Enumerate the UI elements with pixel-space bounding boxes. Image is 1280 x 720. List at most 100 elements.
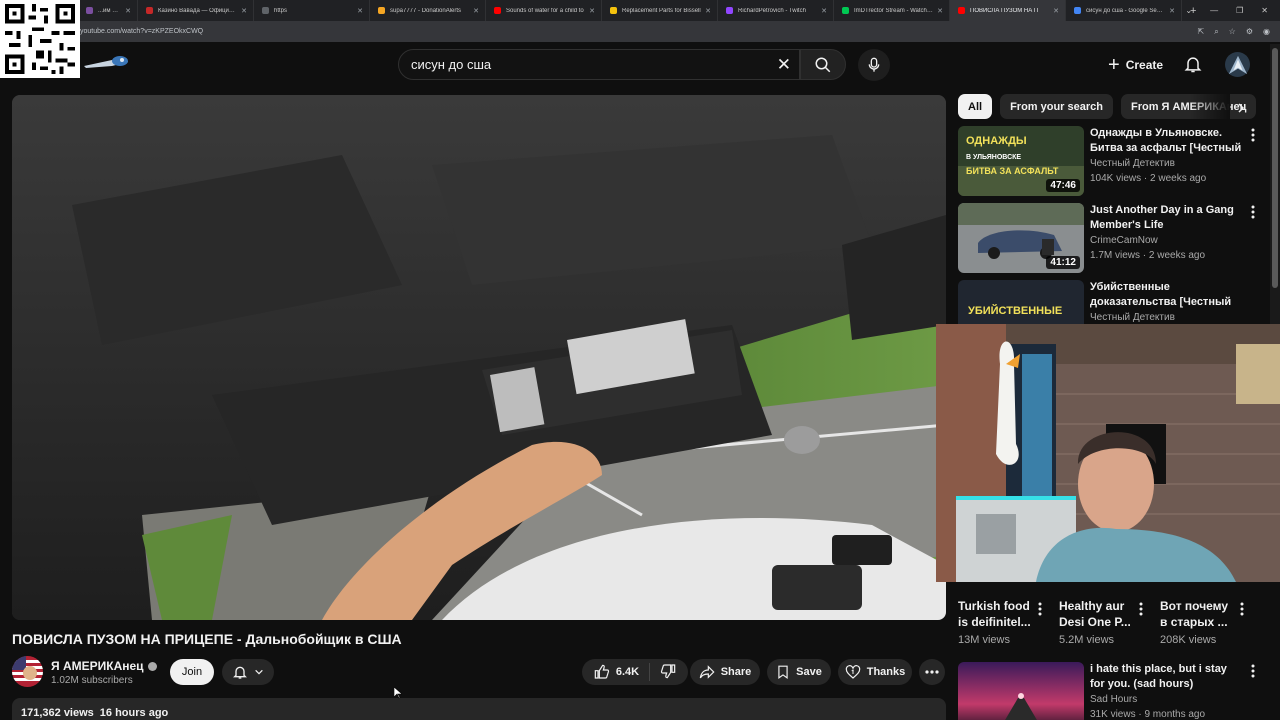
short-menu-button[interactable] [1038, 602, 1042, 621]
tab-close-icon[interactable]: ✕ [821, 7, 827, 15]
short-item[interactable]: Вот почему в старых ... 208K views [1160, 598, 1256, 646]
open-in-app-icon[interactable]: ⇱ [1197, 27, 1204, 37]
tab-favicon-icon [494, 7, 501, 14]
recommendation-title[interactable]: i hate this place, but i stay for you. (… [1090, 662, 1242, 692]
chips-next-button[interactable] [1235, 101, 1247, 120]
thanks-button[interactable]: Thanks [838, 659, 912, 685]
short-views: 208K views [1160, 634, 1217, 646]
extensions-icon[interactable]: ⚙ [1246, 27, 1253, 37]
chip-from-your-search[interactable]: From your search [1000, 94, 1113, 119]
browser-tab[interactable]: supa7777 - DonationAlerts ✕ [370, 0, 486, 21]
share-button[interactable]: Share [690, 659, 760, 685]
bookmark-star-icon[interactable]: ☆ [1229, 27, 1236, 37]
recommendation-channel[interactable]: Честный Детектив [1090, 312, 1175, 323]
address-bar-actions: ⇱ ⌕ ☆ ⚙ ◉ [1197, 27, 1270, 37]
more-actions-button[interactable] [919, 659, 945, 685]
tab-close-icon[interactable]: ✕ [1169, 7, 1175, 15]
tab-close-icon[interactable]: ✕ [705, 7, 711, 15]
youtube-logo[interactable] [82, 54, 130, 74]
browser-tab[interactable]: ...им онлайн-к ✕ [78, 0, 138, 21]
short-title[interactable]: Healthy aur Desi One P... [1059, 598, 1137, 630]
thumb-title-line2: В УЛЬЯНОВСКЕ [966, 154, 1021, 161]
channel-avatar[interactable] [12, 656, 43, 687]
recommendation-menu-button[interactable] [1251, 205, 1255, 224]
search-input[interactable]: сисун до сша [411, 57, 491, 72]
more-vertical-icon [1251, 205, 1255, 219]
short-title[interactable]: Turkish food is deifinitel... [958, 598, 1036, 630]
url-field[interactable]: youtube.com/watch?v=zKPZEOkxCWQ [80, 28, 203, 35]
tab-search-icon[interactable]: ⌄ [1185, 6, 1192, 15]
recommendation-menu-button[interactable] [1251, 128, 1255, 147]
save-button[interactable]: Save [767, 659, 831, 685]
recommendation-title[interactable]: Однажды в Ульяновске. Битва за асфальт [… [1090, 126, 1242, 156]
channel-name-row[interactable]: Я АМЕРИКАнец [51, 659, 157, 673]
recommendation-item[interactable]: i hate this place, but i stay for you. (… [958, 662, 1268, 720]
tab-close-icon[interactable]: ✕ [473, 7, 479, 15]
browser-tab[interactable]: ПОВИСЛА ПУЗОМ НА П ✕ [950, 0, 1066, 21]
tab-favicon-icon [262, 7, 269, 14]
chip-fade [1190, 94, 1230, 119]
recommendation-menu-button[interactable] [1251, 664, 1255, 683]
recommendation-channel[interactable]: Честный Детектив [1090, 158, 1175, 169]
join-button[interactable]: Join [170, 659, 214, 685]
chip-all[interactable]: All [958, 94, 993, 119]
subscriber-count: 1.02M subscribers [51, 675, 133, 686]
browser-tab[interactable]: Sounds of water for a child to ✕ [486, 0, 602, 21]
channel-name[interactable]: Я АМЕРИКАнец [51, 659, 144, 673]
recommendation-item[interactable]: ОДНАЖДЫ В УЛЬЯНОВСКЕ БИТВА ЗА АСФАЛЬТ 47… [958, 126, 1268, 196]
channel-avatar-image [12, 656, 43, 687]
voice-search-button[interactable] [858, 49, 890, 81]
tab-close-icon[interactable]: ✕ [125, 7, 131, 15]
tab-favicon-icon [146, 7, 153, 14]
zoom-icon[interactable]: ⌕ [1214, 27, 1218, 37]
scrollbar-thumb[interactable] [1272, 48, 1278, 288]
tab-close-icon[interactable]: ✕ [357, 7, 363, 15]
upload-age: 16 hours ago [99, 707, 169, 719]
short-item[interactable]: Turkish food is deifinitel... 13M views [958, 598, 1054, 646]
recommendation-item[interactable]: 41:12 Just Another Day in a Gang Member'… [958, 203, 1268, 273]
profile-icon[interactable]: ◉ [1263, 27, 1270, 37]
tab-favicon-icon [610, 7, 617, 14]
tab-label: ...им онлайн-к [98, 7, 121, 14]
create-button[interactable]: + Create [1100, 51, 1171, 78]
video-player[interactable] [12, 95, 946, 620]
more-vertical-icon [1038, 602, 1042, 616]
recommendation-thumbnail[interactable] [958, 662, 1084, 720]
browser-tab[interactable]: https ✕ [254, 0, 370, 21]
more-icon [925, 670, 939, 674]
subscription-bell-button[interactable] [222, 659, 274, 685]
clear-icon[interactable]: ✕ [777, 55, 791, 75]
browser-tab[interactable]: ImDTrector Stream - Watch Li ✕ [834, 0, 950, 21]
recommendation-title[interactable]: Убийственные доказательства [Честный ... [1090, 280, 1242, 310]
recommendation-channel[interactable]: Sad Hours [1090, 694, 1137, 705]
short-menu-button[interactable] [1139, 602, 1143, 621]
duration-badge: 41:12 [1046, 256, 1080, 269]
tab-close-icon[interactable]: ✕ [937, 7, 943, 15]
close-window-icon[interactable]: ✕ [1261, 6, 1268, 15]
like-button[interactable]: 6.4K [594, 663, 651, 681]
browser-tab[interactable]: Replacement Parts for Bissell ✕ [602, 0, 718, 21]
browser-tab[interactable]: RichardPetrovich - Twitch ✕ [718, 0, 834, 21]
tab-close-icon[interactable]: ✕ [1053, 7, 1059, 15]
short-title[interactable]: Вот почему в старых ... [1160, 598, 1238, 630]
search-button[interactable] [800, 49, 846, 80]
dislike-button[interactable] [656, 663, 676, 682]
verified-icon [147, 661, 157, 671]
tab-close-icon[interactable]: ✕ [241, 7, 247, 15]
short-item[interactable]: Healthy aur Desi One P... 5.2M views [1059, 598, 1155, 646]
recommendation-title[interactable]: Just Another Day in a Gang Member's Life [1090, 203, 1242, 233]
recommendation-thumbnail[interactable]: ОДНАЖДЫ В УЛЬЯНОВСКЕ БИТВА ЗА АСФАЛЬТ 47… [958, 126, 1084, 196]
notifications-button[interactable] [1183, 54, 1203, 79]
browser-tab[interactable]: сисун до сша - Google Search ✕ [1066, 0, 1182, 21]
recommendation-channel[interactable]: CrimeCamNow [1090, 235, 1158, 246]
search-box[interactable]: сисун до сша ✕ [398, 49, 800, 80]
minimize-icon[interactable]: — [1210, 6, 1218, 15]
page-scrollbar[interactable] [1270, 44, 1280, 324]
maximize-icon[interactable]: ❐ [1236, 6, 1243, 15]
browser-tab[interactable]: Казино Вавада — Официальн ✕ [138, 0, 254, 21]
recommendation-thumbnail[interactable]: 41:12 [958, 203, 1084, 273]
short-menu-button[interactable] [1240, 602, 1244, 621]
account-avatar[interactable] [1225, 52, 1250, 77]
save-icon [778, 665, 788, 679]
tab-close-icon[interactable]: ✕ [589, 7, 595, 15]
